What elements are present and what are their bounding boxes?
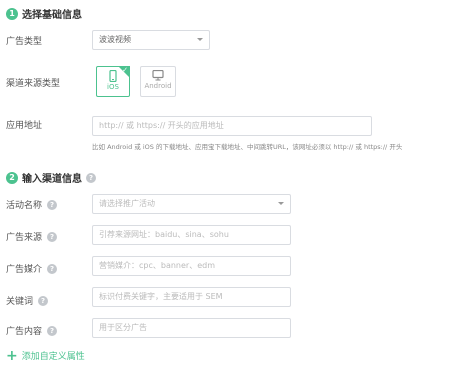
section-basic-info-header: 1 选择基础信息 [6,6,82,21]
activity-name-label: 活动名称 ? [6,198,58,211]
platform-option-ios[interactable]: ✓ iOS [96,66,130,97]
chevron-down-icon [197,38,203,41]
app-address-placeholder: http:// 或 https:// 开头的应用地址 [99,121,224,130]
help-icon[interactable]: ? [38,295,49,306]
monitor-icon [152,70,164,81]
activity-name-label-text: 活动名称 [6,201,43,211]
ad-medium-label-text: 广告媒介 [6,265,43,275]
app-address-label-text: 应用地址 [6,121,43,131]
platform-label: iOS [107,83,119,91]
phone-icon [109,70,117,82]
ad-source-label-text: 广告来源 [6,233,43,243]
keyword-label: 关键词 ? [6,294,49,307]
ad-content-label: 广告内容 ? [6,324,58,337]
ad-content-input[interactable]: 用于区分广告 [92,318,291,338]
section-channel-info-header: 2 输入渠道信息 ? [6,170,96,185]
ad-type-select[interactable]: 波波视频 [92,30,210,50]
ad-type-value: 波波视频 [99,35,131,44]
app-address-hint: 比如 Android 或 iOS 的下载地址、应用宝下载地址、中间跳转URL，该… [92,143,403,151]
ad-medium-input[interactable]: 营销媒介：cpc、banner、edm [92,256,291,276]
plus-icon: + [6,347,18,364]
platform-option-android[interactable]: Android [140,66,176,97]
ad-content-label-text: 广告内容 [6,327,43,337]
chevron-down-icon [278,202,284,205]
ad-type-label-text: 广告类型 [6,37,43,47]
keyword-placeholder: 标识付费关键字，主要适用于 SEM [99,292,223,301]
channel-source-type-label: 渠道来源类型 [6,76,60,89]
ad-source-label: 广告来源 ? [6,230,58,243]
step-number-badge: 1 [6,7,18,20]
add-custom-attribute-label: 添加自定义属性 [21,352,85,362]
keyword-label-text: 关键词 [6,297,34,307]
section-title: 选择基础信息 [22,10,82,21]
section-title: 输入渠道信息 [22,174,82,185]
help-icon[interactable]: ? [86,172,96,183]
ad-content-placeholder: 用于区分广告 [99,323,147,332]
check-icon: ✓ [122,66,128,74]
channel-source-type-label-text: 渠道来源类型 [6,79,61,89]
step-number-badge: 2 [6,171,18,184]
ad-medium-label: 广告媒介 ? [6,262,58,275]
activity-name-select[interactable]: 请选择推广活动 [92,194,291,214]
add-custom-attribute-button[interactable]: + 添加自定义属性 [6,347,85,364]
ad-type-label: 广告类型 [6,34,42,47]
platform-label: Android [144,82,172,90]
ad-source-input[interactable]: 引荐来源网址：baidu、sina、sohu [92,225,291,245]
help-icon[interactable]: ? [47,263,58,274]
help-icon[interactable]: ? [47,325,58,336]
activity-name-placeholder: 请选择推广活动 [99,199,155,208]
help-icon[interactable]: ? [47,199,58,210]
help-icon[interactable]: ? [47,231,58,242]
app-address-input[interactable]: http:// 或 https:// 开头的应用地址 [92,116,372,136]
ad-source-placeholder: 引荐来源网址：baidu、sina、sohu [99,230,229,239]
app-address-label: 应用地址 [6,118,42,131]
keyword-input[interactable]: 标识付费关键字，主要适用于 SEM [92,287,291,307]
ad-medium-placeholder: 营销媒介：cpc、banner、edm [99,261,215,270]
